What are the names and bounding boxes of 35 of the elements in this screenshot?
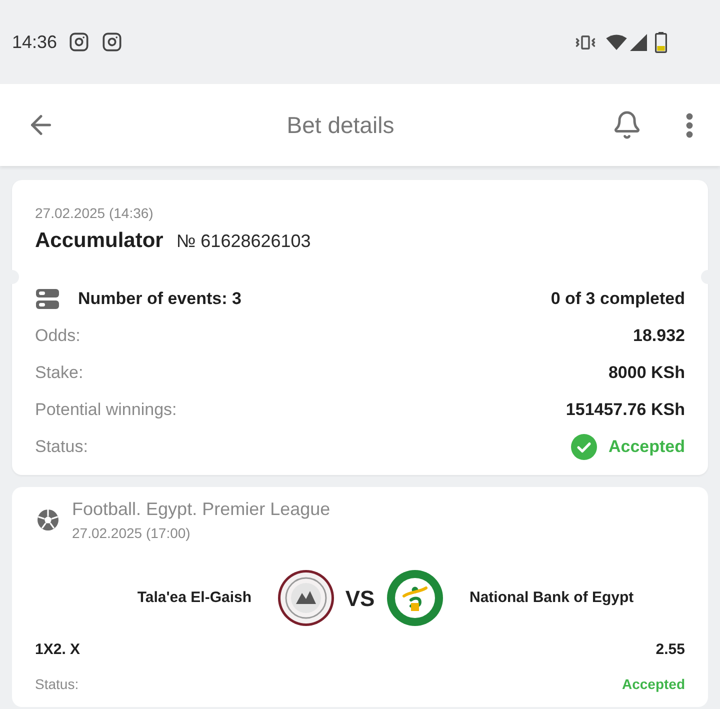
bell-icon <box>612 110 642 140</box>
bet-number: № 61628626103 <box>176 230 311 253</box>
bet-type: Accumulator <box>35 228 164 254</box>
detail-label: Potential winnings: <box>35 398 177 421</box>
camera-icon <box>69 32 90 52</box>
selection-odds: 2.55 <box>656 640 685 660</box>
market-name: 1X2. X <box>35 640 80 660</box>
completed-count: 0 of 3 completed <box>550 288 685 310</box>
team-crest-icon <box>386 570 442 626</box>
battery-icon <box>655 32 667 52</box>
detail-label: Status: <box>35 675 79 693</box>
wifi-icon <box>606 34 627 50</box>
status-value: Accepted <box>622 675 685 693</box>
events-count: Number of events: 3 <box>78 288 242 310</box>
detail-value: 18.932 <box>633 324 685 347</box>
event-date: 27.02.2025 (17:00) <box>72 524 192 542</box>
camera-icon <box>102 32 122 52</box>
detail-label: Status: <box>35 436 88 458</box>
versus-label: VS <box>344 584 376 612</box>
league-name: Football. Egypt. Premier League <box>72 498 330 521</box>
team-crest-icon <box>278 570 334 626</box>
detail-label: Odds: <box>35 324 80 347</box>
soccer-ball-icon <box>37 508 59 530</box>
detail-label: Stake: <box>35 362 84 384</box>
detail-value: 8000 KSh <box>608 362 685 384</box>
toggle-list-icon <box>36 288 59 308</box>
menu-icon <box>686 112 692 138</box>
away-team-name: National Bank of Egypt <box>470 588 634 608</box>
bet-date: 27.02.2025 (14:36) <box>35 204 154 222</box>
home-team-name: Tala'ea El-Gaish <box>137 588 252 608</box>
signal-icon <box>630 34 647 50</box>
page-title: Bet details <box>286 110 396 140</box>
detail-value: 151457.76 KSh <box>566 398 685 421</box>
status-value: Accepted <box>608 436 685 458</box>
clock-time: 14:36 <box>12 30 58 54</box>
